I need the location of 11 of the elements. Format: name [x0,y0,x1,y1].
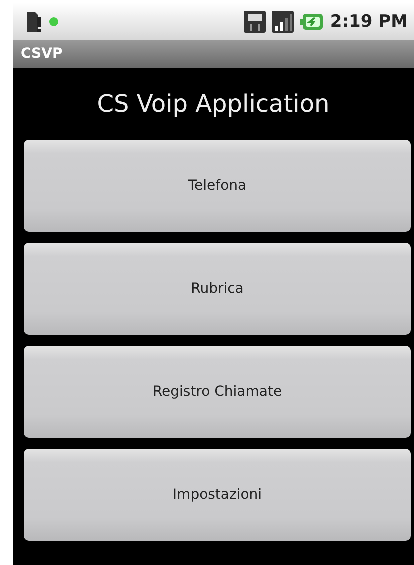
menu-button[interactable]: Rubrica [24,243,411,335]
battery-charging-icon [300,12,324,30]
app-title: CSVP [21,46,63,62]
signal-icon [272,10,294,32]
app-heading: CS Voip Application [97,90,330,118]
menu-button[interactable]: Impostazioni [24,449,411,541]
sd-card-warning-icon [25,10,43,32]
status-time: 2:19 PM [330,12,408,32]
menu-button[interactable]: Telefona [24,140,411,232]
notification-dot-icon [49,16,59,26]
menu-button[interactable]: Registro Chiamate [24,346,411,438]
